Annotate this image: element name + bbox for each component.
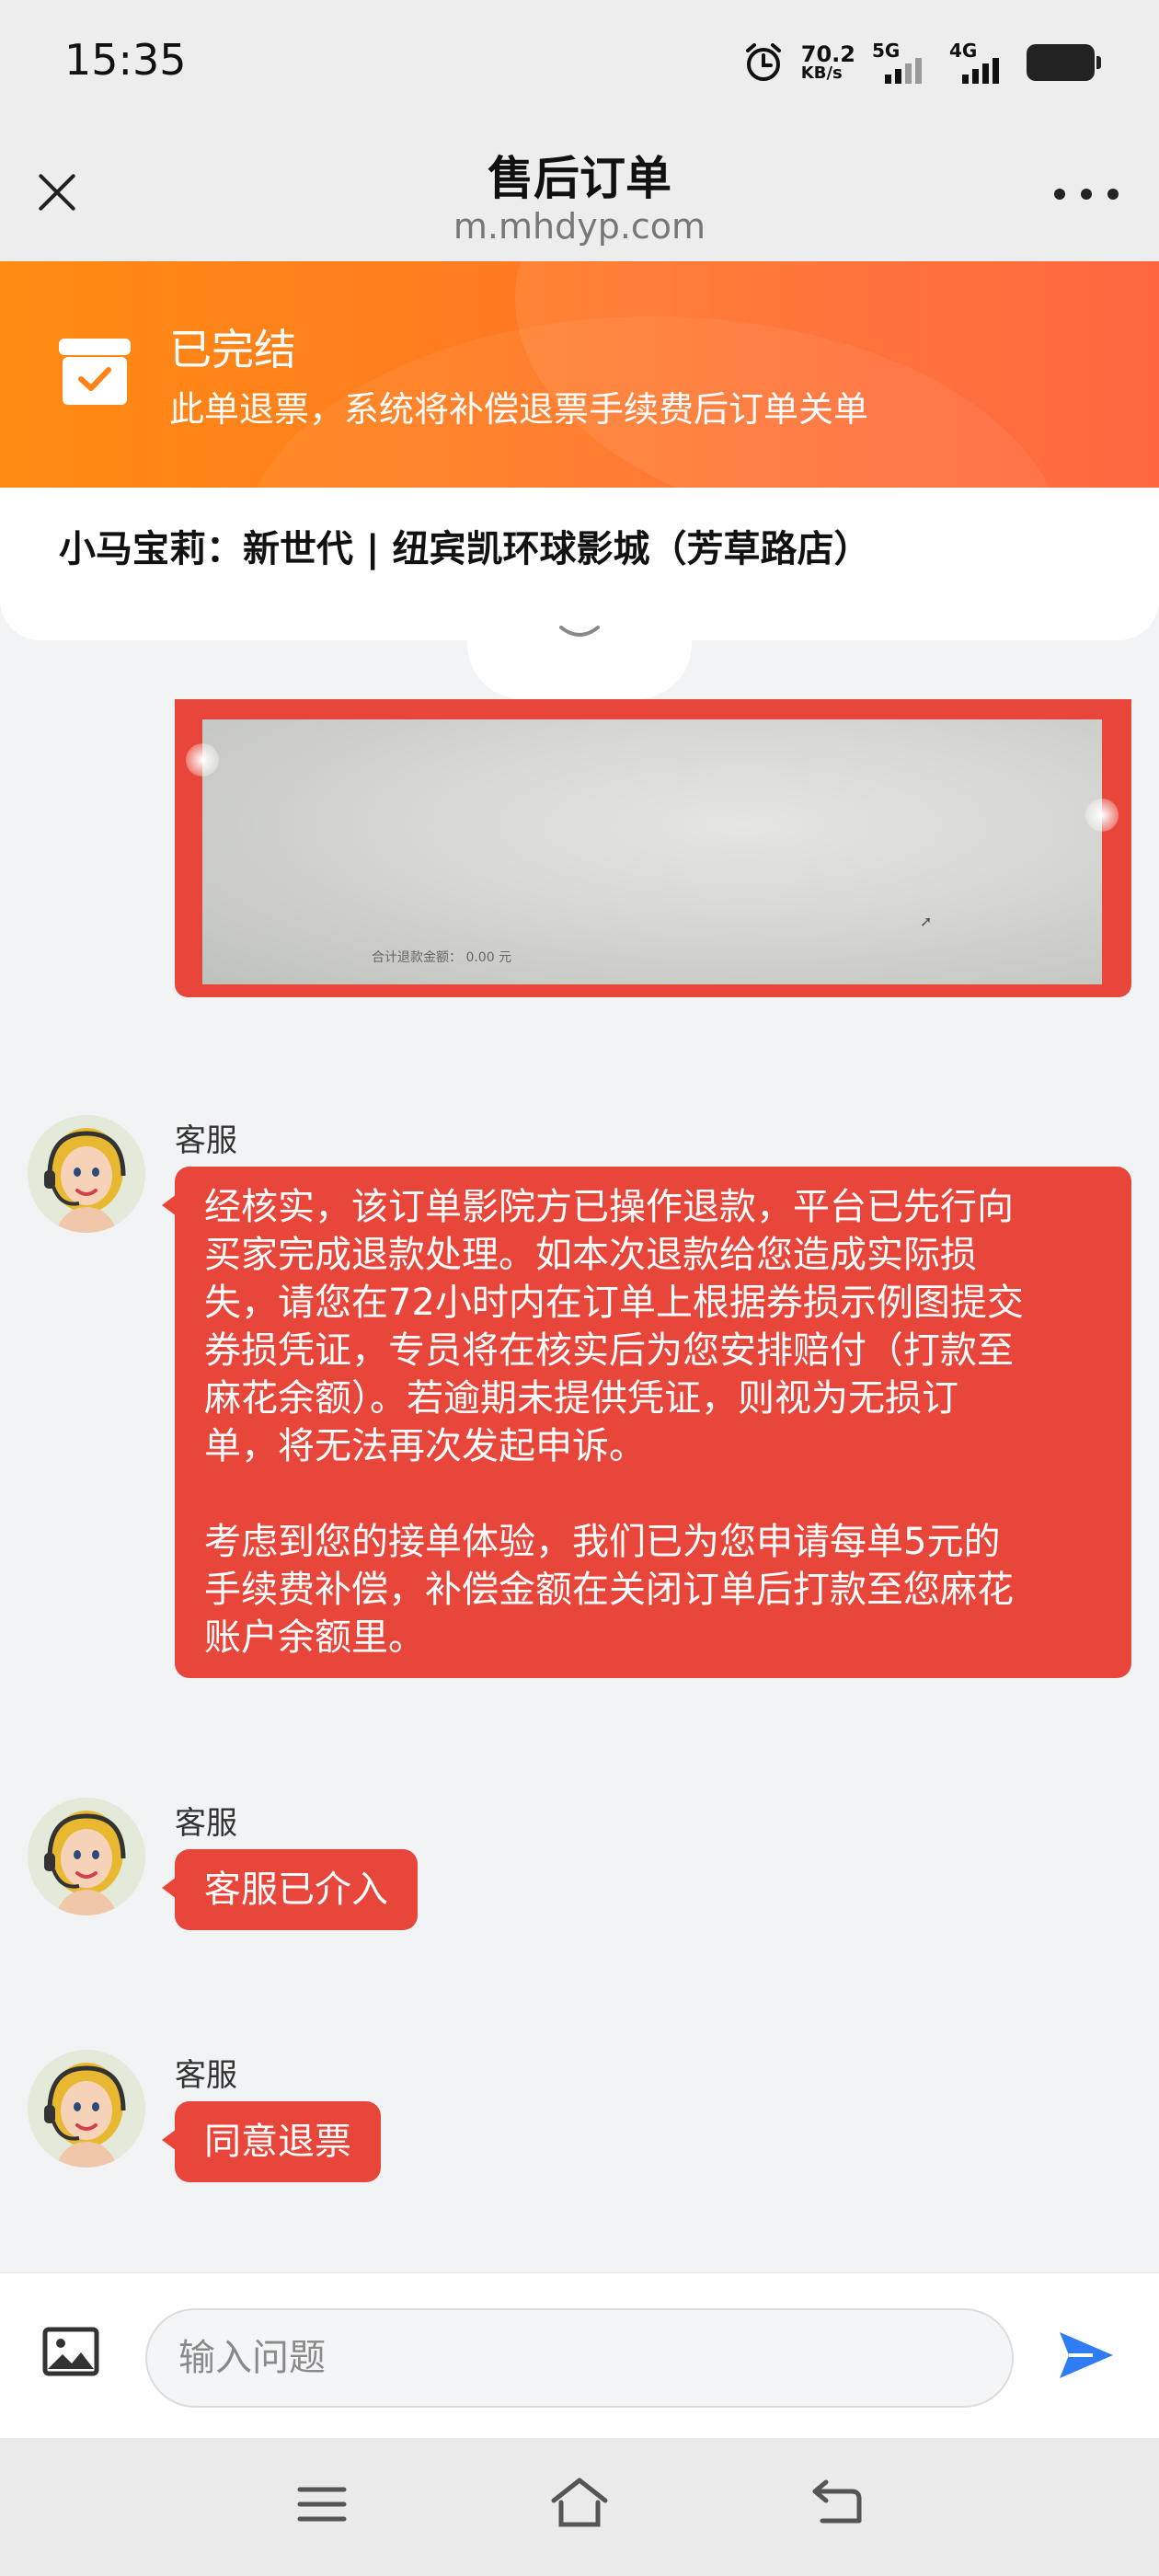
system-nav-bar (0, 2438, 1159, 2576)
menu-icon[interactable] (296, 2478, 348, 2530)
status-time: 15:35 (64, 35, 187, 85)
signal-bars-icon (962, 58, 999, 84)
image-message[interactable]: 合计退款金额： 0.00 元 ➚ (175, 699, 1131, 997)
app-header: 售后订单 m.mhdyp.com (0, 129, 1159, 261)
sender-name: 客服 (175, 2057, 237, 2094)
agent-avatar (28, 2050, 145, 2168)
cursor-icon: ➚ (920, 913, 933, 930)
speed-value: 70.2 (800, 41, 855, 67)
signal-5g: 5G (872, 40, 933, 86)
message-text: 客服已介入 (204, 1869, 388, 1911)
order-status-banner: 已完结 此单退票，系统将补偿退票手续费后订单关单 (0, 261, 1159, 491)
status-indicators: 70.2 KB/s 5G 4G (742, 37, 1101, 88)
speed-unit: KB/s (800, 63, 843, 83)
screenshot-caption: 合计退款金额： 0.00 元 (372, 950, 512, 965)
page-title: 售后订单 (488, 152, 671, 205)
alarm-icon (742, 41, 785, 84)
message-bubble: 客服已介入 (162, 1849, 418, 1930)
battery-icon (1027, 44, 1101, 81)
agent-avatar (28, 1115, 145, 1233)
top-area: 15:35 70.2 KB/s 5G 4G 售后订单 m.mhdyp.com (0, 0, 1159, 261)
question-input[interactable] (147, 2310, 1012, 2406)
cinema-card: 小马宝莉：新世代 | 纽宾凯环球影城（芳草路店） (0, 488, 1159, 640)
send-icon[interactable] (1056, 2325, 1117, 2386)
cinema-name: 小马宝莉：新世代 | 纽宾凯环球影城（芳草路店） (59, 528, 871, 570)
refund-screenshot[interactable]: 合计退款金额： 0.00 元 ➚ (186, 719, 1119, 984)
chat-area: 合计退款金额： 0.00 元 ➚ 客服 经核实，该订单影院方已操作退款，平台已先… (0, 699, 1159, 2272)
back-icon[interactable] (809, 2475, 865, 2530)
question-input-field[interactable] (145, 2308, 1014, 2408)
completed-box-icon (57, 335, 132, 407)
message-text: 考虑到您的接单体验，我们已为您申请每单5元的 手续费补偿，补偿金额在关闭订单后打… (204, 1521, 1014, 1659)
home-icon[interactable] (548, 2475, 611, 2530)
sender-name: 客服 (175, 1122, 237, 1159)
signal-4g: 4G (949, 40, 1010, 86)
status-description: 此单退票，系统将补偿退票手续费后订单关单 (169, 389, 869, 430)
signal-bars-icon (885, 58, 922, 84)
chevron-down-icon[interactable] (557, 622, 602, 644)
dot-icon (1081, 189, 1092, 200)
status-bar: 15:35 70.2 KB/s 5G 4G (0, 0, 1159, 129)
agent-avatar (28, 1798, 145, 1915)
page-url: m.mhdyp.com (453, 206, 706, 247)
input-bar (0, 2272, 1159, 2438)
more-options-button[interactable] (1054, 180, 1119, 208)
message-bubble: 同意退票 (162, 2101, 381, 2182)
status-title: 已完结 (169, 325, 296, 374)
network-speed: 70.2 KB/s (801, 43, 855, 82)
sender-name: 客服 (175, 1805, 237, 1842)
image-upload-icon[interactable] (42, 2327, 99, 2376)
dot-icon (1107, 189, 1119, 200)
message-bubble: 经核实，该订单影院方已操作退款，平台已先行向 买家完成退款处理。如本次退款给您造… (162, 1167, 1131, 1678)
dot-icon (1054, 189, 1065, 200)
message-text: 经核实，该订单影院方已操作退款，平台已先行向 买家完成退款处理。如本次退款给您造… (204, 1186, 1024, 1467)
message-text: 同意退票 (204, 2121, 351, 2163)
